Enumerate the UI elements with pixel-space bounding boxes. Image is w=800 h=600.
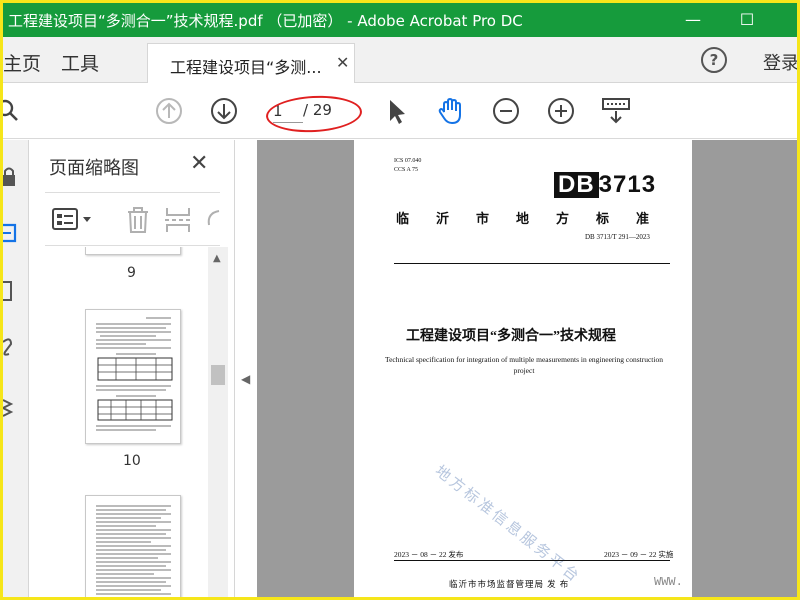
thumbnail-scrollbar[interactable]: ▲ (208, 247, 228, 597)
acrobat-window: 工程建设项目“多测合一”技术规程.pdf （已加密） - Adobe Acrob… (3, 3, 797, 597)
header-rule (394, 263, 670, 264)
zoom-in-icon[interactable] (546, 96, 576, 126)
insert-page-icon[interactable] (163, 205, 193, 235)
standard-code-number: 3713 (598, 171, 657, 198)
page-thumbnails-icon[interactable] (3, 222, 23, 244)
english-title: Technical specification for integration … (385, 355, 663, 375)
issuing-authority: 临沂市市场监督管理局 发 布 (449, 579, 570, 589)
document-tab[interactable]: 工程建设项目“多测... ✕ (147, 43, 355, 83)
attachment-icon[interactable] (3, 336, 23, 358)
bookmark-icon[interactable] (3, 280, 23, 302)
tools-link[interactable]: 工具 (61, 49, 99, 76)
toolbar: / 29 (3, 83, 797, 139)
delete-page-icon[interactable] (123, 205, 153, 235)
thumbnail-label-10: 10 (123, 453, 141, 469)
rotate-page-icon[interactable] (203, 205, 223, 235)
ccs-line: CCS A 75 (394, 167, 419, 173)
thumbnail-page-10-preview (96, 317, 173, 431)
footer-rule (394, 560, 670, 561)
zoom-out-icon[interactable] (491, 96, 521, 126)
scrollbar-thumb[interactable] (211, 365, 225, 385)
thumbnail-page-11[interactable] (85, 495, 181, 597)
page-thumbnails-panel: 页面缩略图 ✕ 9 10 ▲ (30, 140, 235, 597)
panel-title: 页面缩略图 (49, 158, 139, 179)
thumbnail-list: 9 10 ▲ (30, 247, 235, 597)
thumbnail-page-11-preview (96, 505, 171, 595)
search-icon[interactable] (3, 96, 25, 126)
document-view[interactable]: ICS 07.040 CCS A 75 DB 3713 临沂市地方标准 DB 37… (257, 140, 797, 597)
standard-code: DB 3713 (554, 171, 656, 199)
home-link[interactable]: 主页 (3, 49, 41, 76)
left-icon-rail (3, 140, 29, 597)
tab-bar: 主页 工具 工程建设项目“多测... ✕ ? 登录 (3, 37, 797, 83)
window-title: 工程建设项目“多测合一”技术规程.pdf （已加密） - Adobe Acrob… (8, 12, 523, 30)
standard-kind: 临沂市地方标准 (396, 211, 677, 226)
maximize-button[interactable]: ☐ (724, 5, 770, 35)
lock-icon[interactable] (3, 166, 23, 188)
title-bar: 工程建设项目“多测合一”技术规程.pdf （已加密） - Adobe Acrob… (3, 3, 797, 37)
panel-splitter[interactable]: ◀ (235, 140, 257, 597)
thumbnail-page-10[interactable] (85, 309, 181, 444)
collapse-panel-arrow-icon[interactable]: ◀ (241, 372, 250, 386)
ics-ccs-codes: ICS 07.040 CCS A 75 (394, 157, 421, 175)
standard-code-prefix: DB (554, 172, 599, 198)
ics-line: ICS 07.040 (394, 158, 422, 164)
panel-toolbar (45, 192, 220, 246)
thumbnail-options-icon[interactable] (51, 207, 95, 233)
hand-tool-icon[interactable] (436, 96, 466, 126)
chinese-title: 工程建设项目“多测合一”技术规程 (406, 329, 616, 344)
previous-page-icon[interactable] (154, 96, 184, 126)
pdf-page: ICS 07.040 CCS A 75 DB 3713 临沂市地方标准 DB 37… (354, 140, 692, 597)
thumbnail-label-9: 9 (127, 265, 136, 281)
page-watermark: 地方标准信息服务平台 (431, 463, 584, 587)
scroll-up-arrow-icon[interactable]: ▲ (213, 253, 221, 264)
select-cursor-icon[interactable] (381, 96, 411, 126)
publish-date: 2023 － 08 － 22 发布 (394, 550, 464, 559)
implement-date: 2023 － 09 － 22 实施 (604, 550, 674, 559)
login-link[interactable]: 登录 (763, 49, 797, 75)
close-tab-icon[interactable]: ✕ (336, 53, 349, 72)
thumbnail-page-9[interactable] (85, 247, 181, 255)
standard-number: DB 3713/T 291—2023 (585, 233, 650, 241)
next-page-icon[interactable] (209, 96, 239, 126)
keyboard-scroll-icon[interactable] (601, 96, 631, 126)
layers-icon[interactable] (3, 396, 23, 418)
minimize-button[interactable]: — (670, 5, 716, 35)
document-tab-label: 工程建设项目“多测... (170, 58, 322, 77)
help-icon[interactable]: ? (701, 47, 727, 73)
close-panel-icon[interactable]: ✕ (190, 151, 208, 176)
www-watermark: WWW. (654, 575, 683, 589)
